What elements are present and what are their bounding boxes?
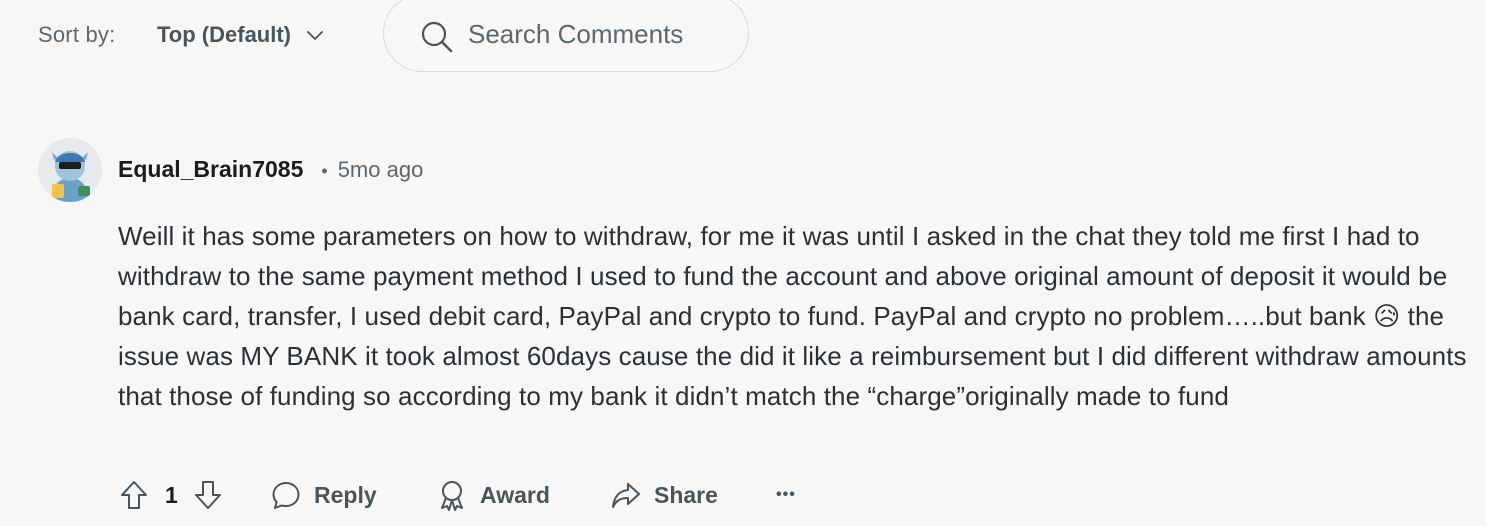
sort-dropdown[interactable]: Top (Default)	[157, 20, 325, 50]
comment-body: Weill it has some parameters on how to w…	[118, 216, 1480, 416]
reply-button[interactable]: Reply	[270, 473, 377, 517]
search-comments-box[interactable]	[383, 0, 749, 72]
speech-bubble-icon	[270, 479, 302, 511]
search-icon	[420, 20, 454, 54]
search-input[interactable]	[468, 19, 728, 50]
share-arrow-icon	[610, 479, 642, 511]
award-button[interactable]: Award	[436, 473, 550, 517]
sort-label: Sort by:	[38, 22, 116, 47]
avatar[interactable]	[38, 138, 102, 202]
arrow-down-icon	[192, 479, 224, 511]
comment-meta: Equal_Brain7085 • 5mo ago	[118, 156, 423, 183]
arrow-up-icon	[118, 479, 150, 511]
downvote-button[interactable]	[192, 473, 224, 517]
share-label: Share	[654, 481, 718, 508]
comment-text-part-1: Weill it has some parameters on how to w…	[118, 221, 1448, 331]
sort-value: Top (Default)	[157, 22, 292, 47]
sad-face-emoji: 😥	[1373, 301, 1401, 331]
award-ribbon-icon	[436, 479, 468, 511]
meta-separator: •	[321, 161, 328, 181]
comment-actions: 1 Reply Award Share •••	[0, 473, 1486, 517]
vote-count: 1	[165, 482, 178, 508]
comments-toolbar: Sort by: Top (Default)	[0, 0, 1486, 74]
timestamp[interactable]: 5mo ago	[338, 157, 424, 183]
chevron-down-icon	[305, 25, 325, 45]
ellipsis-icon: •••	[776, 486, 796, 503]
more-options-button[interactable]: •••	[776, 473, 796, 517]
award-label: Award	[480, 481, 550, 508]
reply-label: Reply	[314, 481, 377, 508]
share-button[interactable]: Share	[610, 473, 718, 517]
upvote-button[interactable]	[118, 473, 150, 517]
username-link[interactable]: Equal_Brain7085	[118, 156, 303, 183]
